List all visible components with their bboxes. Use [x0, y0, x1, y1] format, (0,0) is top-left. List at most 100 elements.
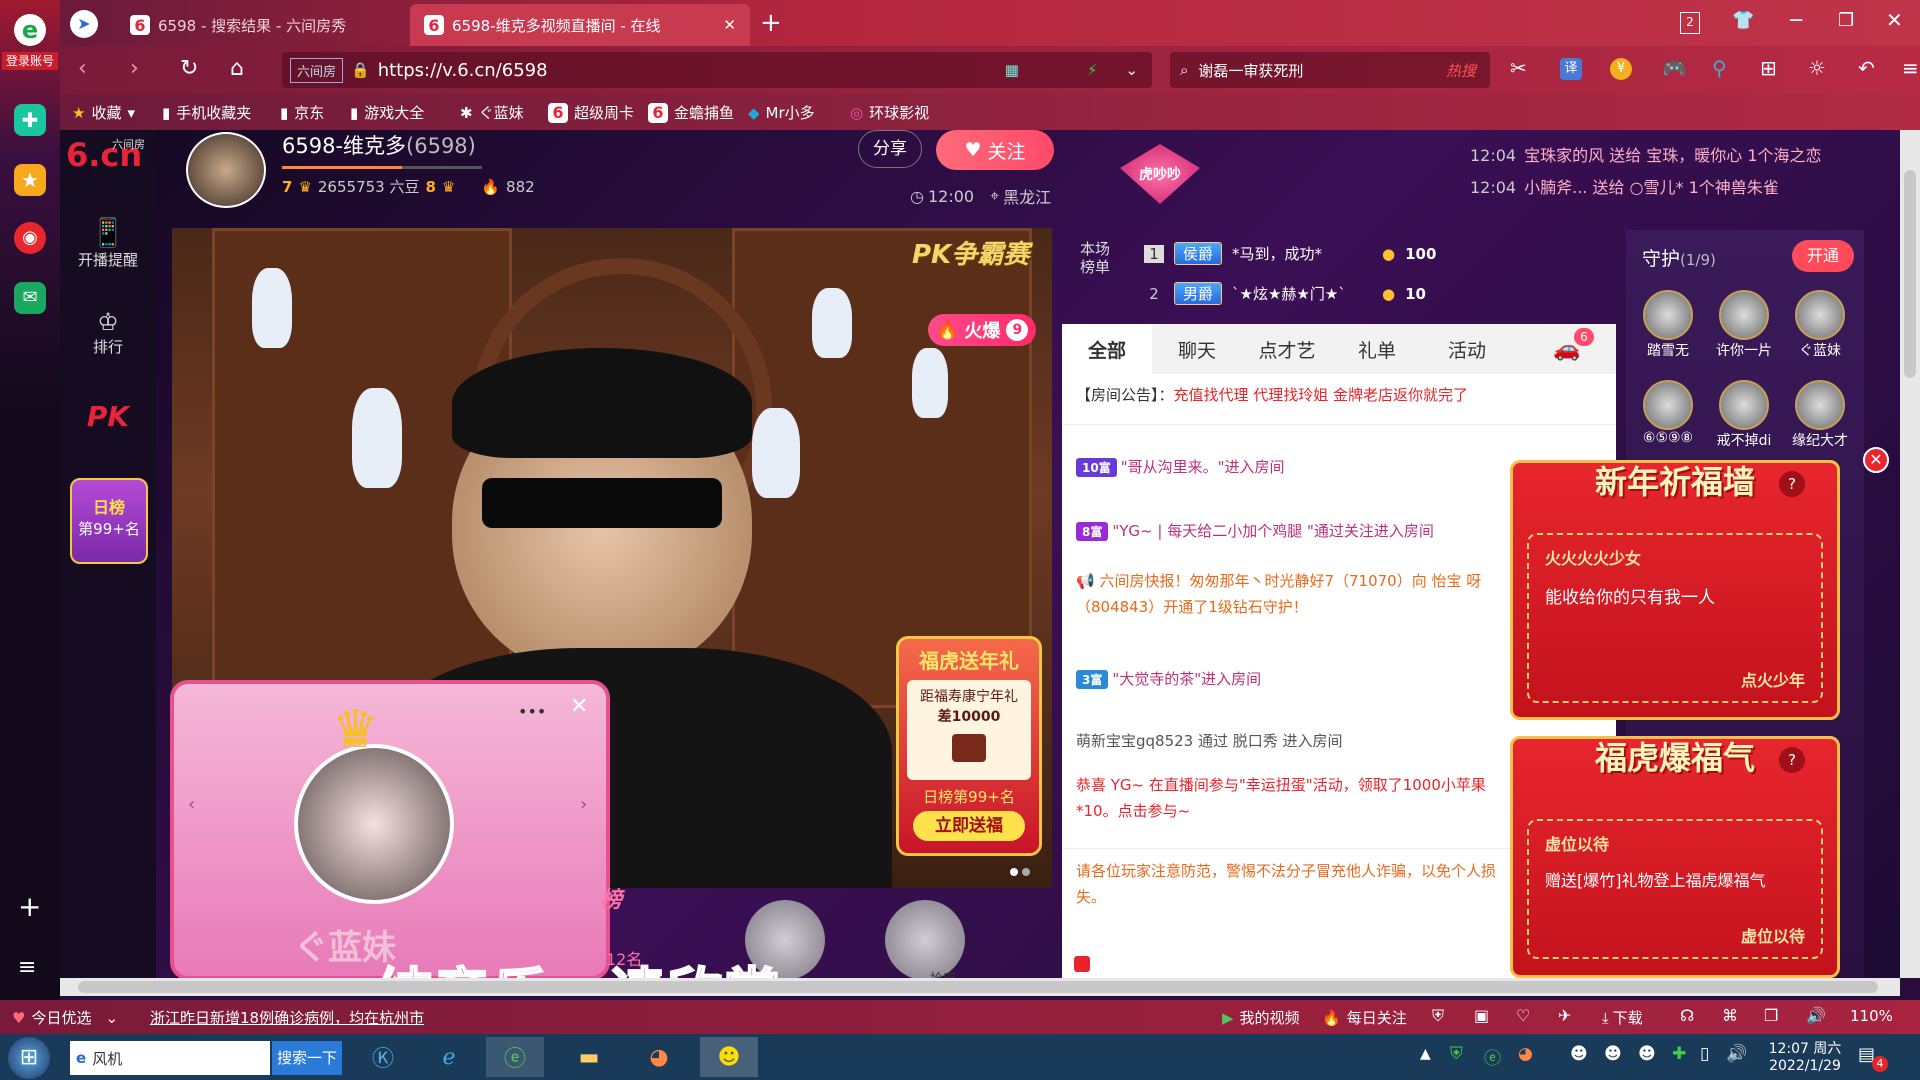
car-icon[interactable]: 🚗	[1522, 324, 1612, 374]
clean-icon[interactable]: ⌘	[1722, 1006, 1738, 1025]
chat-message[interactable]: 10富 "哥从沟里来。"进入房间	[1062, 456, 1512, 477]
tab-live-room[interactable]: 6 6598-维克多视频直播间 - 在线 ✕	[410, 4, 750, 46]
scroll-thumb[interactable]	[78, 981, 1878, 993]
help-icon[interactable]: ?	[1779, 747, 1805, 773]
pk-banner[interactable]: PK争霸赛	[912, 234, 1029, 271]
tab-chat[interactable]: 聊天	[1152, 324, 1242, 374]
game-icon[interactable]: 🎮	[1662, 56, 1687, 80]
download-button[interactable]: ⤓ 下载	[1602, 1007, 1643, 1028]
main-menu-icon[interactable]: ≡	[1902, 56, 1919, 80]
bookmark-item[interactable]: ▮ 京东	[280, 102, 324, 123]
mail-icon[interactable]: ✉	[14, 282, 46, 314]
open-guard-button[interactable]: 开通	[1792, 240, 1854, 272]
tab-search-results[interactable]: 6 6598 - 搜索结果 - 六间房秀	[116, 4, 406, 46]
nav-ranking[interactable]: ♔ 排行	[60, 308, 156, 357]
chat-message[interactable]: 3富 "大觉寺的茶"进入房间	[1062, 668, 1512, 689]
carousel-dot[interactable]	[1022, 868, 1030, 876]
carousel-dot[interactable]	[1010, 868, 1018, 876]
guard-member[interactable]: ⑥⑤⑨⑧	[1638, 380, 1698, 446]
follow-button[interactable]: ♥ 关注	[936, 130, 1054, 170]
guard-member[interactable]: 踏雪无	[1638, 290, 1698, 360]
weibo-icon[interactable]: ◉	[14, 222, 46, 254]
nav-pk[interactable]: PK	[60, 400, 156, 433]
news-ticker[interactable]: 浙江昨日新增18例确诊病例，均在杭州市	[150, 1007, 424, 1028]
translate-icon[interactable]: 译	[1560, 58, 1582, 80]
tray-qq-icon[interactable]: ☻	[1570, 1044, 1588, 1064]
tab-gifts[interactable]: 礼单	[1332, 324, 1422, 374]
refresh-icon[interactable]: ↻	[180, 56, 198, 81]
bookmark-item[interactable]: ▮ 游戏大全	[350, 102, 424, 123]
plus-app-icon[interactable]: ✚	[14, 104, 46, 136]
today-picks[interactable]: ♥ 今日优选 ⌄	[12, 1007, 118, 1028]
volume-icon[interactable]: 🔊	[1806, 1006, 1826, 1025]
clock[interactable]: 12:07 周六 2022/1/29	[1760, 1038, 1850, 1074]
qq-icon[interactable]: ☻	[700, 1037, 758, 1077]
next-arrow-icon[interactable]: ›	[580, 794, 587, 815]
guard-member[interactable]: 缘纪大才	[1790, 380, 1850, 450]
daily-follow-button[interactable]: 🔥 每日关注	[1322, 1007, 1407, 1028]
dropdown-icon[interactable]: ⌄	[1125, 61, 1138, 79]
add-app-icon[interactable]: +	[18, 890, 41, 923]
chat-message[interactable]: 恭喜 YG~ 在直播间参与"幸运扭蛋"活动，领取了1000小苹果*10。点击参与…	[1062, 772, 1512, 824]
hot-badge[interactable]: 🔥 火爆 9	[928, 314, 1037, 346]
window-icon[interactable]: ❐	[1764, 1006, 1778, 1025]
close-tab-icon[interactable]: ✕	[723, 16, 736, 34]
scissors-icon[interactable]: ✂	[1510, 56, 1527, 80]
login-button[interactable]: 登录账号	[2, 52, 58, 70]
start-button[interactable]: ⊞	[8, 1037, 50, 1079]
daily-rank-badge[interactable]: 日榜 第99+名	[70, 478, 148, 564]
bookmark-item[interactable]: ✱ ぐ蓝妹	[460, 102, 524, 123]
favorite-star-icon[interactable]: ★	[14, 164, 46, 196]
speed-icon[interactable]: ⚡	[1087, 61, 1098, 79]
apps-grid-icon[interactable]: ⊞	[1760, 56, 1777, 80]
anchor-name[interactable]: 6598-维克多	[282, 134, 406, 158]
leaderboard-title[interactable]: 本场榜单	[1080, 240, 1120, 276]
url-text[interactable]: https://v.6.cn/6598	[378, 60, 548, 81]
guard-member[interactable]: ぐ蓝妹	[1790, 290, 1850, 360]
promo-card[interactable]: 福虎送年礼 距福寿康宁年礼 差10000 日榜第99+名 立即送福	[896, 636, 1042, 856]
minimize-icon[interactable]: ─	[1790, 8, 1802, 32]
bookmark-item[interactable]: 6 超级周卡	[548, 102, 634, 123]
url-bar[interactable]: 六间房 🔒 https://v.6.cn/6598 ▦ ⚡ ⌄	[282, 52, 1152, 88]
brightness-icon[interactable]: ☼	[1808, 56, 1826, 80]
tray-shield-icon[interactable]: ⛨	[1450, 1044, 1463, 1064]
zoom-level[interactable]: 110%	[1850, 1007, 1893, 1025]
tray-volume-icon[interactable]: 🔊	[1726, 1044, 1747, 1064]
coin-icon[interactable]: ¥	[1610, 58, 1632, 80]
tray-plus-icon[interactable]: ✚	[1672, 1044, 1686, 1064]
help-icon[interactable]: ?	[1779, 471, 1805, 497]
guard-member[interactable]: 戒不掉di	[1714, 380, 1774, 450]
menu-list-icon[interactable]: ≡	[18, 955, 36, 980]
magnifier-icon[interactable]: ⚲	[1712, 56, 1727, 80]
search-query[interactable]: 谢磊一审获死刑	[1198, 60, 1303, 81]
taskbar-search-field[interactable]: e 风机	[70, 1041, 270, 1075]
headset-icon[interactable]: ☊	[1680, 1006, 1694, 1025]
tray-browser-icon[interactable]: ⓔ	[1484, 1044, 1501, 1069]
maximize-icon[interactable]: ❐	[1838, 10, 1854, 31]
guard-member[interactable]: 许你一片	[1714, 290, 1774, 360]
back-icon[interactable]: ‹	[78, 56, 87, 81]
undo-icon[interactable]: ↶	[1858, 56, 1875, 80]
tray-app-icon[interactable]: ◕	[1518, 1044, 1533, 1064]
tray-qq-icon[interactable]: ☻	[1638, 1044, 1656, 1064]
anchor-avatar[interactable]	[186, 132, 266, 208]
ie-browser-icon[interactable]: ℯ	[420, 1037, 478, 1077]
report-icon[interactable]	[1074, 956, 1090, 972]
shield-icon[interactable]: ⛨	[1432, 1006, 1444, 1026]
close-window-icon[interactable]: ✕	[1886, 8, 1903, 32]
chrome-icon[interactable]: ◕	[630, 1037, 688, 1077]
tray-arrow-icon[interactable]: ▲	[1420, 1046, 1431, 1062]
nav-live-reminder[interactable]: 📱 开播提醒	[60, 216, 156, 270]
chat-message[interactable]: 8富 "YG~ | 每天给二小加个鸡腿 "通过关注进入房间	[1062, 520, 1512, 541]
browser-taskbar-icon[interactable]: ⓔ	[486, 1037, 544, 1077]
bookmark-item[interactable]: ▮ 手机收藏夹	[162, 102, 251, 123]
heart-outline-icon[interactable]: ♡	[1516, 1006, 1530, 1025]
close-card-icon[interactable]: ✕	[570, 694, 588, 719]
tab-all[interactable]: 全部	[1062, 324, 1152, 374]
bookmark-item[interactable]: ◎ 环球影视	[850, 102, 929, 123]
chat-message[interactable]: 请各位玩家注意防范，警惕不法分子冒充他人诈骗，以免个人损失。	[1062, 858, 1512, 910]
new-tab-icon[interactable]: +	[760, 8, 782, 38]
wish-wall-popup[interactable]: 新年祈福墙 ? ✕ 火火火火少女 能收给你的只有我一人 点火少年	[1510, 447, 1889, 720]
search-box[interactable]: ⌕ 谢磊一审获死刑 热搜	[1170, 52, 1490, 88]
tab-talent[interactable]: 点才艺	[1242, 324, 1332, 374]
